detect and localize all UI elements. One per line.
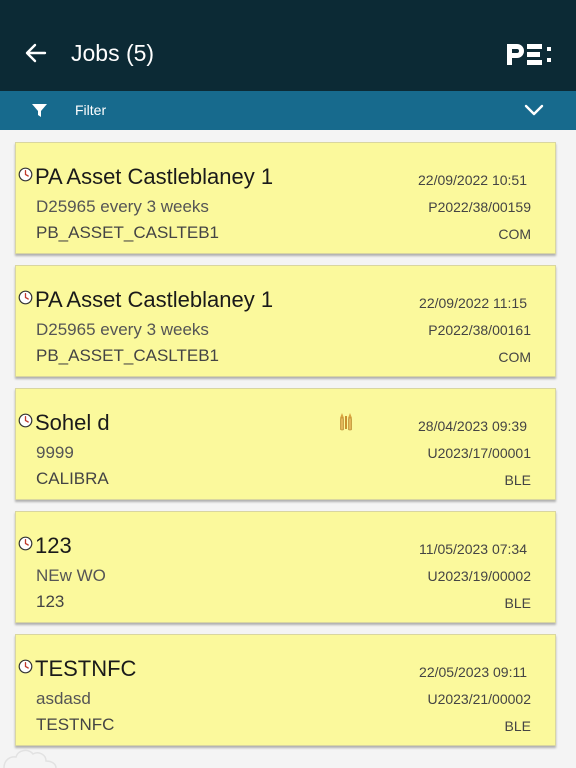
app-header: Jobs (5)	[0, 12, 576, 91]
job-card[interactable]: PA Asset Castleblaney 1 D25965 every 3 w…	[15, 142, 556, 254]
job-card[interactable]: PA Asset Castleblaney 1 D25965 every 3 w…	[15, 265, 556, 377]
filter-bar[interactable]: Filter	[0, 91, 576, 130]
filter-label: Filter	[75, 102, 107, 118]
job-status: BLE	[504, 595, 531, 611]
job-description: D25965 every 3 weeks	[36, 320, 209, 339]
job-reference: P2022/38/00159	[428, 199, 531, 215]
clock-icon	[18, 290, 33, 305]
arrow-left-icon	[25, 43, 47, 63]
job-asset: PB_ASSET_CASLTEB1	[36, 346, 219, 365]
job-datetime: 22/05/2023 09:11	[419, 664, 527, 680]
funnel-icon	[32, 104, 47, 117]
job-title: 123	[35, 533, 72, 558]
job-list: PA Asset Castleblaney 1 D25965 every 3 w…	[0, 130, 576, 768]
job-description: 9999	[36, 443, 74, 462]
clock-icon	[18, 413, 33, 428]
job-description: D25965 every 3 weeks	[36, 197, 209, 216]
job-title: PA Asset Castleblaney 1	[35, 287, 274, 312]
pe-logo-icon	[507, 44, 551, 65]
job-datetime: 22/09/2022 10:51	[418, 172, 527, 188]
job-asset: 123	[36, 592, 65, 611]
cloud-icon	[3, 749, 57, 768]
clock-icon	[18, 659, 33, 674]
job-asset: PB_ASSET_CASLTEB1	[36, 223, 219, 242]
job-card[interactable]: Sohel d 9999 CALIBRA 28/04/2023 09:39 U2…	[15, 388, 556, 500]
status-bar	[0, 0, 576, 12]
job-asset: TESTNFC	[36, 715, 115, 734]
job-reference: U2023/19/00002	[427, 568, 531, 584]
chevron-down-icon[interactable]	[524, 103, 544, 117]
job-datetime: 28/04/2023 09:39	[418, 418, 527, 434]
job-asset: CALIBRA	[36, 469, 109, 488]
job-reference: P2022/38/00161	[428, 322, 531, 338]
back-button[interactable]	[20, 40, 52, 66]
job-reference: U2023/21/00002	[427, 691, 531, 707]
job-status: BLE	[504, 718, 531, 734]
job-status: BLE	[504, 472, 531, 488]
job-datetime: 22/09/2022 11:15	[419, 295, 527, 311]
job-title: TESTNFC	[35, 656, 137, 681]
clock-icon	[18, 167, 33, 182]
job-card[interactable]: 123 NEw WO 123 11/05/2023 07:34 U2023/19…	[15, 511, 556, 623]
job-status: COM	[498, 349, 531, 365]
job-card[interactable]: TESTNFC asdasd TESTNFC 22/05/2023 09:11 …	[15, 634, 556, 746]
job-description: asdasd	[36, 689, 91, 708]
job-description: NEw WO	[36, 566, 106, 585]
job-reference: U2023/17/00001	[427, 445, 531, 461]
calibration-icon	[340, 413, 352, 431]
job-datetime: 11/05/2023 07:34	[419, 541, 527, 557]
page-title: Jobs (5)	[71, 40, 155, 66]
job-title: PA Asset Castleblaney 1	[35, 164, 274, 189]
job-title: Sohel d	[35, 410, 110, 435]
clock-icon	[18, 536, 33, 551]
job-status: COM	[498, 226, 531, 242]
